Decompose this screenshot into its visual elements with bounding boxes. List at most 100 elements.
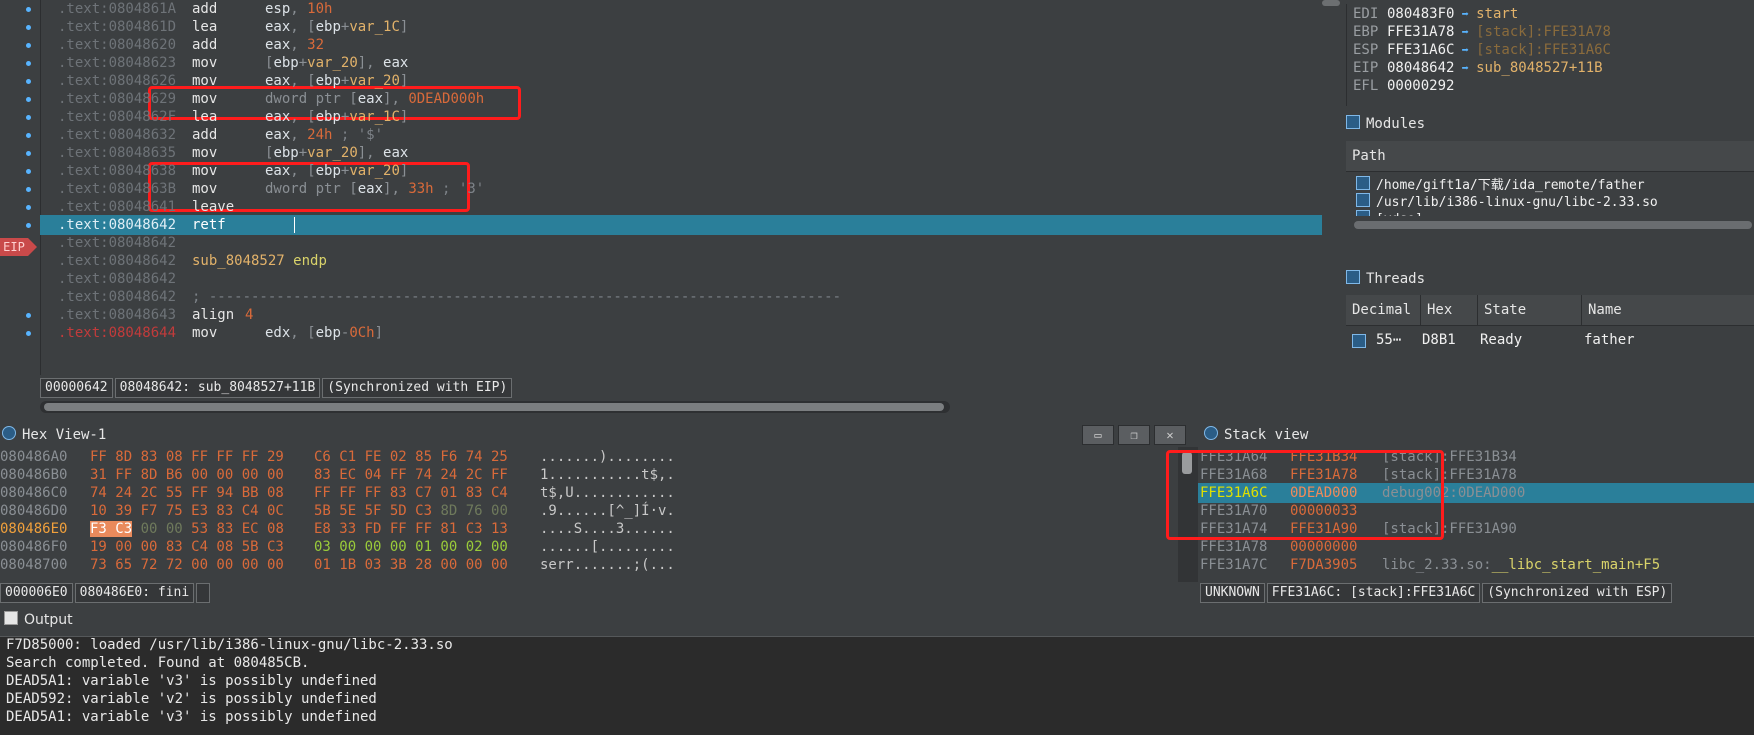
register-target[interactable]: start [1476, 6, 1518, 22]
hex-view[interactable]: 080486A0 FF 8D 83 08 FF FF FF 29 C6 C1 FE … [0, 447, 1180, 582]
text-cursor [294, 217, 295, 233]
hex-bytes[interactable]: FF FF FF 83 C7 01 83 C4 [314, 483, 508, 503]
breakpoint-dot-icon[interactable] [26, 187, 31, 192]
breakpoint-dot-icon[interactable] [26, 25, 31, 30]
modules-header[interactable]: Path [1346, 141, 1754, 172]
breakpoint-dot-icon[interactable] [26, 79, 31, 84]
stack-view-title: Stack view [1204, 424, 1308, 446]
thread-hex: D8B1 [1422, 332, 1456, 348]
threads-row[interactable]: 55⋯ D8B1 Ready father [1346, 330, 1754, 350]
status-location: 08048642: sub_8048527+11B [114, 378, 321, 398]
hex-bytes[interactable]: 19 00 00 83 C4 08 5B C3 [90, 537, 284, 557]
threads-col-state[interactable]: State [1478, 295, 1582, 325]
maximize-button[interactable]: ▭ [1082, 425, 1114, 445]
output-title: Output [4, 609, 73, 631]
breakpoint-dot-icon[interactable] [26, 97, 31, 102]
module-row[interactable]: [vdso] [1356, 210, 1423, 216]
disasm-line[interactable]: .text:08048629 mov dword ptr [eax], 0DEAD0… [40, 89, 1322, 109]
hex-bytes[interactable]: 31 FF 8D B6 00 00 00 00 [90, 465, 284, 485]
breakpoint-dot-icon[interactable] [26, 61, 31, 66]
breakpoint-dot-icon[interactable] [26, 313, 31, 318]
breakpoint-dot-icon[interactable] [26, 7, 31, 12]
disasm-mnemonic: mov [192, 163, 218, 179]
disasm-line[interactable]: .text:0804863B mov dword ptr [eax], 33h ; … [40, 179, 1322, 199]
jump-arrow-icon: ➡ [1454, 43, 1477, 57]
register-value[interactable]: FFE31A6C [1387, 42, 1454, 58]
disasm-line[interactable]: .text:0804861D lea eax, [ebp+var_1C] [40, 17, 1322, 37]
threads-col-hex[interactable]: Hex [1421, 295, 1478, 325]
disasm-line[interactable]: .text:08048632 add eax, 24h ; '$' [40, 125, 1322, 145]
disasm-vscroll[interactable] [1322, 0, 1340, 6]
disasm-line[interactable]: .text:08048623 mov [ebp+var_20], eax [40, 53, 1322, 73]
hex-bytes[interactable]: C6 C1 FE 02 85 F6 74 25 [314, 447, 508, 467]
disasm-line[interactable]: .text:08048642 sub_8048527 endp [40, 251, 1322, 271]
disasm-line[interactable]: .text:08048620 add eax, 32 [40, 35, 1322, 55]
restore-button[interactable]: ❐ [1118, 425, 1150, 445]
hex-bytes[interactable]: E8 33 FD FF FF 81 C3 13 [314, 519, 508, 539]
module-path: /home/gift1a/下载/ida_remote/father [1376, 178, 1645, 193]
status-sync: (Synchronized with EIP) [322, 378, 513, 398]
hex-bytes[interactable]: F3 C3 00 00 53 83 EC 08 [90, 519, 284, 539]
disasm-line[interactable]: .text:08048644 mov edx, [ebp-0Ch] [40, 323, 1322, 343]
hex-bytes[interactable]: 5B 5E 5F 5D C3 8D 76 00 [314, 501, 508, 521]
breakpoint-dot-icon[interactable] [26, 151, 31, 156]
breakpoint-dot-icon[interactable] [26, 133, 31, 138]
register-value[interactable]: 08048642 [1387, 60, 1454, 76]
disasm-line[interactable]: .text:08048626 mov eax, [ebp+var_20] [40, 71, 1322, 91]
register-target[interactable]: [stack]:FFE31A6C [1476, 42, 1611, 58]
module-row[interactable]: /usr/lib/i386-linux-gnu/libc-2.33.so [1356, 193, 1658, 210]
register-row[interactable]: EBP FFE31A78 ➡ [stack]:FFE31A78 [1353, 22, 1611, 42]
breakpoint-dot-icon[interactable] [26, 169, 31, 174]
breakpoint-dot-icon[interactable] [26, 115, 31, 120]
register-value[interactable]: 00000292 [1387, 78, 1454, 94]
stack-row[interactable]: FFE31A7C F7DA3905 libc_2.33.so:__libc_star… [1198, 555, 1754, 575]
module-row[interactable]: /home/gift1a/下载/ida_remote/father [1356, 176, 1645, 193]
hex-bytes[interactable]: 83 EC 04 FF 74 24 2C FF [314, 465, 508, 485]
output-window[interactable]: F7D85000: loaded /usr/lib/i386-linux-gnu… [0, 636, 1754, 735]
disasm-line[interactable]: .text:08048643 align 4 [40, 305, 1322, 325]
threads-col-decimal[interactable]: Decimal [1346, 295, 1421, 325]
disasm-line[interactable]: .text:08048635 mov [ebp+var_20], eax [40, 143, 1322, 163]
modules-hscroll[interactable] [1354, 221, 1752, 229]
disasm-line[interactable]: .text:08048638 mov eax, [ebp+var_20] [40, 161, 1322, 181]
breakpoint-gutter[interactable] [0, 0, 41, 375]
hex-bytes[interactable]: 74 24 2C 55 FF 94 BB 08 [90, 483, 284, 503]
hex-bytes[interactable]: 10 39 F7 75 E3 83 C4 0C [90, 501, 284, 521]
threads-header[interactable]: Decimal Hex State Name [1346, 295, 1754, 326]
register-value[interactable]: FFE31A78 [1387, 24, 1454, 40]
register-row[interactable]: EDI 080483F0 ➡ start [1353, 4, 1518, 24]
hex-ascii: .......)........ [540, 449, 675, 465]
disasm-line[interactable]: .text:0804862F lea eax, [ebp+var_1C] [40, 107, 1322, 127]
register-value[interactable]: 080483F0 [1387, 6, 1454, 22]
hex-bytes[interactable]: 03 00 00 00 01 00 02 00 [314, 537, 508, 557]
breakpoint-dot-icon[interactable] [26, 331, 31, 336]
hex-bytes[interactable]: 01 1B 03 3B 28 00 00 00 [314, 555, 508, 575]
close-button[interactable]: ✕ [1154, 425, 1186, 445]
stack-value[interactable]: F7DA3905 [1290, 555, 1357, 575]
disasm-line[interactable]: .text:08048642 [40, 269, 1322, 289]
disassembly-view[interactable]: EIP .text:0804861A add esp, 10h .text:08048… [0, 0, 1322, 375]
stack-value[interactable]: 00000000 [1290, 537, 1357, 557]
register-row[interactable]: EFL 00000292 [1353, 76, 1454, 96]
breakpoint-dot-icon[interactable] [26, 43, 31, 48]
breakpoint-dot-icon[interactable] [26, 205, 31, 210]
hex-bytes[interactable]: 73 65 72 72 00 00 00 00 [90, 555, 284, 575]
stack-status-bar: UNKNOWN FFE31A6C: [stack]:FFE31A6C (Synchr… [1200, 583, 1674, 603]
threads-col-name[interactable]: Name [1582, 295, 1754, 325]
registers-panel: EDI 080483F0 ➡ start EBP FFE31A78 ➡ [stack]… [1346, 4, 1747, 106]
stack-status-location: FFE31A6C: [stack]:FFE31A6C [1266, 583, 1481, 603]
register-row[interactable]: ESP FFE31A6C ➡ [stack]:FFE31A6C [1353, 40, 1611, 60]
disasm-line[interactable]: .text:08048641 leave [40, 197, 1322, 217]
stack-row[interactable]: FFE31A78 00000000 [1198, 537, 1754, 557]
register-target[interactable]: sub_8048527+11B [1476, 60, 1602, 76]
disasm-hscroll-thumb[interactable] [44, 403, 944, 411]
register-target[interactable]: [stack]:FFE31A78 [1476, 24, 1611, 40]
disasm-line[interactable]: .text:08048642 retf [40, 215, 1322, 235]
register-row[interactable]: EIP 08048642 ➡ sub_8048527+11B [1353, 58, 1603, 78]
disasm-operands: eax, [ebp+var_20] [265, 73, 409, 89]
disasm-line[interactable]: .text:08048642 [40, 233, 1322, 253]
hex-ascii: 1...........t$,. [540, 467, 675, 483]
disasm-line[interactable]: .text:08048642 ; ------------------------… [40, 287, 1322, 307]
hex-bytes[interactable]: FF 8D 83 08 FF FF FF 29 [90, 447, 284, 467]
breakpoint-dot-icon[interactable] [26, 223, 31, 228]
